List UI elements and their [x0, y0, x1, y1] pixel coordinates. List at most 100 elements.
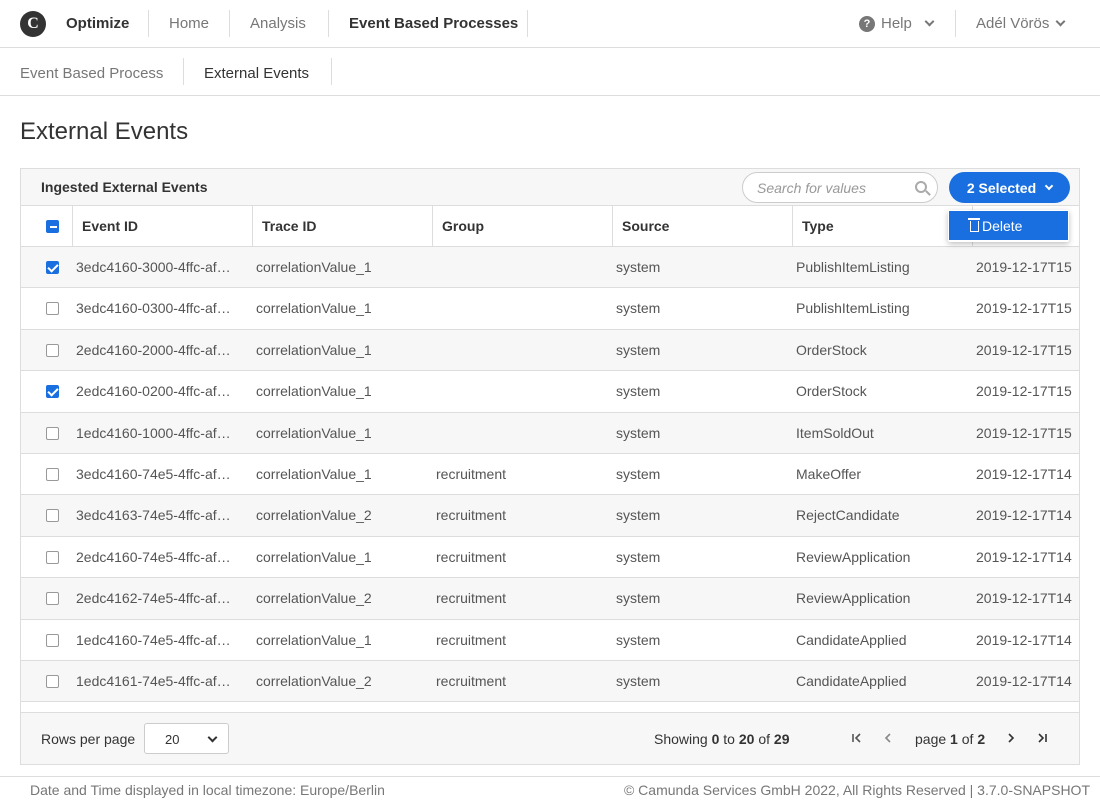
nav-item-home[interactable]: Home — [169, 15, 209, 32]
cell-timestamp: 2019-12-17T14 — [976, 548, 1072, 565]
column-header-group[interactable]: Group — [432, 206, 612, 247]
table-row[interactable]: 2edc4160-0200-4ffc-af… correlationValue_1… — [21, 371, 1079, 413]
cell-timestamp: 2019-12-17T15 — [976, 259, 1072, 275]
cell-event-id: 3edc4163-74e5-4ffc-af… — [76, 507, 231, 524]
cell-timestamp: 2019-12-17T14 — [976, 465, 1072, 482]
table-row[interactable]: 2edc4160-2000-4ffc-af… correlationValue_1… — [21, 329, 1079, 372]
cell-trace-id: correlationValue_2 — [256, 590, 372, 607]
showing-to: 20 — [738, 731, 755, 747]
subnav-divider — [183, 58, 184, 85]
camunda-logo-icon[interactable]: C — [20, 11, 46, 37]
cell-source: system — [616, 465, 661, 482]
page-of-word: of — [961, 731, 974, 747]
table-row[interactable]: 3edc4160-3000-4ffc-af… correlationValue_1… — [21, 247, 1079, 289]
nav-divider — [328, 10, 329, 37]
cell-source: system — [616, 341, 661, 358]
cell-source: system — [616, 300, 661, 317]
page-title: External Events — [20, 118, 189, 145]
delete-menu-item[interactable]: Delete — [949, 211, 1068, 240]
table-row[interactable]: 1edc4161-74e5-4ffc-af… correlationValue_2… — [21, 660, 1079, 703]
cell-type: OrderStock — [796, 341, 867, 358]
subnav-item-external-events[interactable]: External Events — [204, 65, 309, 82]
nav-divider — [229, 10, 230, 37]
subnav-divider — [331, 58, 332, 85]
table-row[interactable]: 2edc4162-74e5-4ffc-af… correlationValue_2… — [21, 578, 1079, 620]
table-header-bar: Ingested External Events 2 Selected — [21, 169, 1079, 206]
row-checkbox[interactable] — [46, 467, 59, 481]
table-row[interactable]: 2edc4160-74e5-4ffc-af… correlationValue_1… — [21, 537, 1079, 579]
select-all-checkbox[interactable] — [46, 220, 59, 233]
brand-name[interactable]: Optimize — [66, 15, 129, 32]
table-body: 3edc4160-3000-4ffc-af… correlationValue_1… — [21, 247, 1079, 703]
row-checkbox[interactable] — [46, 633, 59, 647]
row-checkbox[interactable] — [46, 509, 59, 523]
table-row[interactable]: 1edc4160-1000-4ffc-af… correlationValue_1… — [21, 412, 1079, 454]
showing-total: 29 — [773, 731, 790, 747]
selected-count-label: 2 Selected — [966, 179, 1037, 196]
cell-source: system — [616, 383, 661, 400]
column-header-event-id[interactable]: Event ID — [72, 206, 252, 247]
row-checkbox[interactable] — [46, 674, 59, 688]
page-total: 2 — [977, 731, 986, 747]
subnav-item-event-based-process[interactable]: Event Based Process — [20, 65, 163, 82]
cell-source: system — [616, 548, 661, 565]
cell-trace-id: correlationValue_2 — [256, 672, 372, 689]
cell-group: recruitment — [436, 507, 507, 524]
cell-event-id: 2edc4162-74e5-4ffc-af… — [76, 590, 231, 607]
column-header-type[interactable]: Type — [792, 206, 972, 247]
showing-range: Showing 0 to 20 of 29 — [654, 731, 789, 747]
row-checkbox[interactable] — [46, 592, 59, 606]
rows-per-page-select[interactable]: 20 — [144, 723, 229, 754]
cell-source: system — [616, 259, 661, 275]
row-checkbox[interactable] — [46, 385, 59, 399]
rows-per-page-value: 20 — [165, 732, 180, 747]
nav-item-analysis[interactable]: Analysis — [250, 15, 306, 32]
table-row[interactable]: 3edc4160-74e5-4ffc-af… correlationValue_1… — [21, 454, 1079, 496]
cell-event-id: 1edc4161-74e5-4ffc-af… — [76, 672, 231, 689]
showing-of-word: of — [758, 731, 771, 747]
cell-event-id: 1edc4160-74e5-4ffc-af… — [76, 631, 231, 648]
table-row[interactable]: 3edc4163-74e5-4ffc-af… correlationValue_2… — [21, 495, 1079, 537]
help-menu[interactable]: ? Help — [859, 15, 935, 32]
row-checkbox[interactable] — [46, 550, 59, 564]
previous-page-icon[interactable] — [881, 731, 895, 747]
search-box[interactable] — [742, 172, 938, 203]
search-input[interactable] — [757, 180, 907, 196]
row-checkbox[interactable] — [46, 426, 59, 440]
user-menu[interactable]: Adél Vörös — [976, 15, 1066, 32]
nav-divider — [148, 10, 149, 37]
user-name: Adél Vörös — [976, 15, 1050, 32]
cell-trace-id: correlationValue_1 — [256, 383, 372, 400]
cell-type: ReviewApplication — [796, 548, 911, 565]
next-page-icon[interactable] — [1004, 731, 1018, 747]
row-checkbox[interactable] — [46, 302, 59, 316]
cell-source: system — [616, 590, 661, 607]
row-checkbox[interactable] — [46, 261, 59, 274]
cell-type: CandidateApplied — [796, 672, 907, 689]
row-checkbox[interactable] — [46, 343, 59, 357]
first-page-icon[interactable] — [850, 731, 864, 747]
cell-timestamp: 2019-12-17T14 — [976, 672, 1072, 689]
cell-trace-id: correlationValue_1 — [256, 424, 372, 441]
nav-item-event-based-processes[interactable]: Event Based Processes — [349, 15, 518, 32]
trash-icon — [968, 218, 980, 232]
cell-type: PublishItemListing — [796, 259, 910, 275]
page-footer: Date and Time displayed in local timezon… — [0, 776, 1100, 800]
last-page-icon[interactable] — [1035, 731, 1049, 747]
page-word: page — [915, 731, 947, 747]
table-row[interactable]: 1edc4160-74e5-4ffc-af… correlationValue_1… — [21, 620, 1079, 661]
selection-actions-button[interactable]: 2 Selected — [949, 172, 1070, 203]
column-header-source[interactable]: Source — [612, 206, 792, 247]
cell-timestamp: 2019-12-17T15 — [976, 341, 1072, 358]
column-header-trace-id[interactable]: Trace ID — [252, 206, 432, 247]
sub-navigation: Event Based Process External Events — [0, 48, 1100, 96]
cell-trace-id: correlationValue_2 — [256, 507, 372, 524]
table-row[interactable]: 3edc4160-0300-4ffc-af… correlationValue_1… — [21, 288, 1079, 330]
page-current: 1 — [950, 731, 958, 747]
table-title: Ingested External Events — [41, 179, 208, 195]
rows-per-page-label: Rows per page — [41, 731, 136, 747]
cell-group: recruitment — [436, 672, 507, 689]
chevron-down-icon — [924, 16, 935, 27]
search-icon — [915, 181, 927, 193]
cell-source: system — [616, 507, 661, 524]
